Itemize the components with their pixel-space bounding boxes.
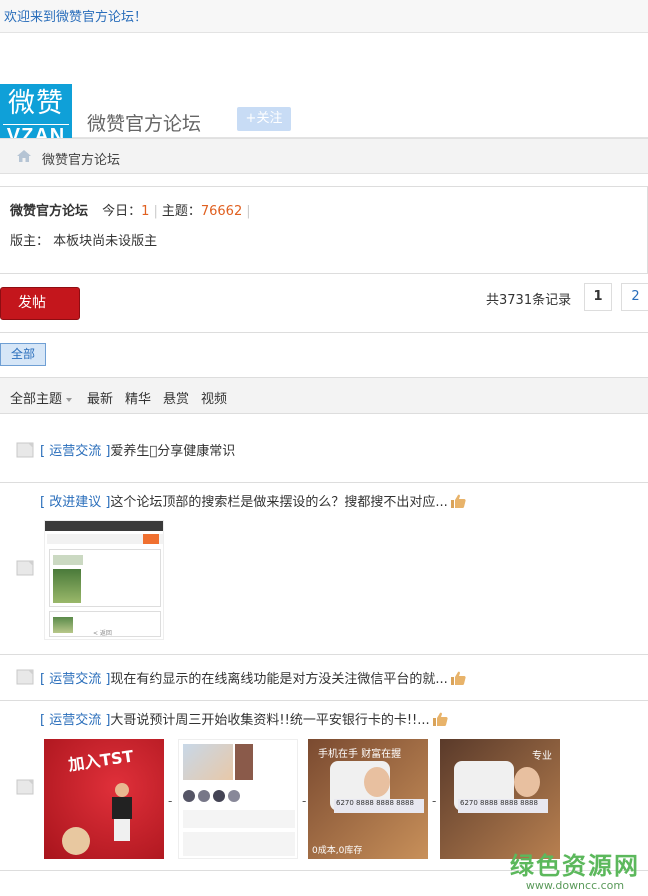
forum-header: 微赞 VZAN 微赞官方论坛 +关注 — [0, 33, 648, 156]
filter-all-topics[interactable]: 全部主题 — [10, 388, 73, 407]
thread-screenshot-image[interactable]: < 返回 — [44, 520, 164, 640]
avatar — [213, 790, 225, 802]
welcome-bar: 欢迎来到微赞官方论坛！ — [0, 0, 648, 33]
forum-title: 微赞官方论坛 — [87, 113, 202, 135]
today-label: 今日： — [102, 204, 142, 219]
screenshot-topbar — [45, 521, 163, 531]
thread-image-chat-screenshot[interactable] — [178, 739, 298, 859]
thread-row[interactable]: [ 改进建议 ]这个论坛顶部的搜索栏是做来摆设的么？搜都搜不出对应... < 返… — [0, 483, 648, 655]
site-watermark: 绿色资源网 www.downcc.com — [510, 846, 640, 892]
thread-row[interactable]: [ 运营交流 ]现在有约显示的在线离线功能是对方没关注微信平台的就... — [0, 655, 648, 701]
filter-reward[interactable]: 悬赏 — [163, 388, 189, 407]
welcome-text: 欢迎来到微赞官方论坛！ — [4, 10, 148, 25]
follow-button[interactable]: +关注 — [237, 107, 291, 131]
document-icon — [16, 560, 34, 576]
avatar — [228, 790, 240, 802]
avatar — [198, 790, 210, 802]
thread-category[interactable]: [ 改进建议 ] — [40, 495, 110, 510]
stats-separator: | — [153, 204, 158, 219]
home-icon[interactable] — [17, 150, 31, 162]
document-icon — [16, 442, 34, 458]
person-legs — [114, 819, 130, 841]
filter-latest[interactable]: 最新 — [87, 388, 113, 407]
chat-photo — [183, 744, 233, 780]
person-figure — [106, 783, 138, 843]
record-count: 共3731条记录 — [486, 293, 572, 308]
thread-image-bank-card-ad[interactable]: 手机在手 财富在握 6270 8888 8888 8888 0成本,0库存 — [308, 739, 428, 859]
topics-count: 76662 — [200, 204, 243, 219]
filter-all-topics-label: 全部主题 — [10, 392, 63, 407]
screenshot-photo — [53, 617, 73, 633]
screenshot-thumb — [53, 555, 83, 565]
stats-separator: | — [246, 204, 251, 219]
thread-title-text[interactable]: 这个论坛顶部的搜索栏是做来摆设的么？搜都搜不出对应... — [110, 495, 447, 510]
thread-image-bank-card-ad-2[interactable]: 专业 6270 8888 8888 8888 — [440, 739, 560, 859]
screenshot-caption: < 返回 — [93, 630, 112, 637]
watermark-cn: 绿色资源网 — [510, 852, 640, 880]
screenshot-photo — [53, 569, 81, 603]
breadcrumb: 微赞官方论坛 — [0, 138, 648, 174]
tag-all-button[interactable]: 全部 — [0, 343, 46, 366]
gift-basket — [62, 827, 90, 855]
thread-image-tst-poster[interactable]: 加入TST — [44, 739, 164, 859]
thread-title-text[interactable]: 爱养生 分享健康常识 — [110, 444, 235, 459]
thumbs-up-icon — [450, 671, 466, 685]
spokesperson-face — [514, 767, 540, 797]
forum-stats: 微赞官方论坛 今日：1 | 主题：76662 | — [10, 200, 255, 219]
screenshot-button — [143, 534, 159, 544]
ad-heading: 手机在手 财富在握 — [318, 749, 402, 760]
image-separator: - — [302, 794, 307, 808]
thread-title[interactable]: [ 运营交流 ]大哥说预计周三开始收集资料!!统一平安银行卡的卡!!... — [40, 709, 448, 728]
chat-photo — [235, 744, 253, 780]
avatar-row — [183, 790, 295, 804]
chat-message — [183, 810, 295, 828]
filter-featured[interactable]: 精华 — [125, 388, 151, 407]
image-separator: - — [432, 794, 437, 808]
thumbs-up-icon — [432, 712, 448, 726]
person-shirt — [112, 797, 132, 819]
chat-message — [183, 832, 295, 856]
forum-info-box: 微赞官方论坛 今日：1 | 主题：76662 | 版主： 本板块尚未设版主 — [0, 186, 648, 274]
image-separator: - — [168, 794, 173, 808]
new-post-button[interactable]: 发帖 — [0, 287, 80, 320]
topics-label: 主题： — [161, 204, 201, 219]
ad-tagline: 0成本,0库存 — [312, 846, 363, 856]
moderator-info: 版主： 本板块尚未设版主 — [10, 234, 158, 249]
thread-category[interactable]: [ 运营交流 ] — [40, 444, 110, 459]
caret-down-icon — [66, 397, 73, 402]
spokesperson-face — [364, 767, 390, 797]
avatar — [183, 790, 195, 802]
document-icon — [16, 669, 34, 685]
thread-title-text[interactable]: 现在有约显示的在线离线功能是对方没关注微信平台的就... — [110, 672, 447, 687]
thread-title[interactable]: [ 改进建议 ]这个论坛顶部的搜索栏是做来摆设的么？搜都搜不出对应... — [40, 491, 466, 510]
document-icon — [16, 779, 34, 795]
filter-bar: 全部主题 最新 精华 悬赏 视频 — [0, 377, 648, 414]
thumbs-up-icon — [450, 494, 466, 508]
logo-cn: 微赞 — [8, 88, 64, 119]
forum-name: 微赞官方论坛 — [10, 204, 89, 219]
page-2-button[interactable]: 2 — [621, 283, 648, 311]
thread-category[interactable]: [ 运营交流 ] — [40, 713, 110, 728]
watermark-en: www.downcc.com — [525, 879, 625, 892]
thread-title-text[interactable]: 大哥说预计周三开始收集资料!!统一平安银行卡的卡!!... — [110, 713, 429, 728]
thread-title[interactable]: [ 运营交流 ]现在有约显示的在线离线功能是对方没关注微信平台的就... — [40, 668, 466, 687]
thread-row[interactable]: [ 运营交流 ]爱养生 分享健康常识 — [0, 415, 648, 483]
breadcrumb-forum-link[interactable]: 微赞官方论坛 — [42, 149, 120, 168]
today-count: 1 — [141, 204, 150, 219]
ad-heading: 专业 — [532, 751, 552, 762]
person-head — [115, 783, 129, 797]
divider — [0, 332, 648, 333]
filter-video[interactable]: 视频 — [201, 388, 227, 407]
thread-category[interactable]: [ 运营交流 ] — [40, 672, 110, 687]
card-number: 6270 8888 8888 8888 — [334, 799, 424, 813]
card-number: 6270 8888 8888 8888 — [458, 799, 548, 813]
page-1-button[interactable]: 1 — [584, 283, 612, 311]
thread-title[interactable]: [ 运营交流 ]爱养生 分享健康常识 — [40, 440, 235, 459]
